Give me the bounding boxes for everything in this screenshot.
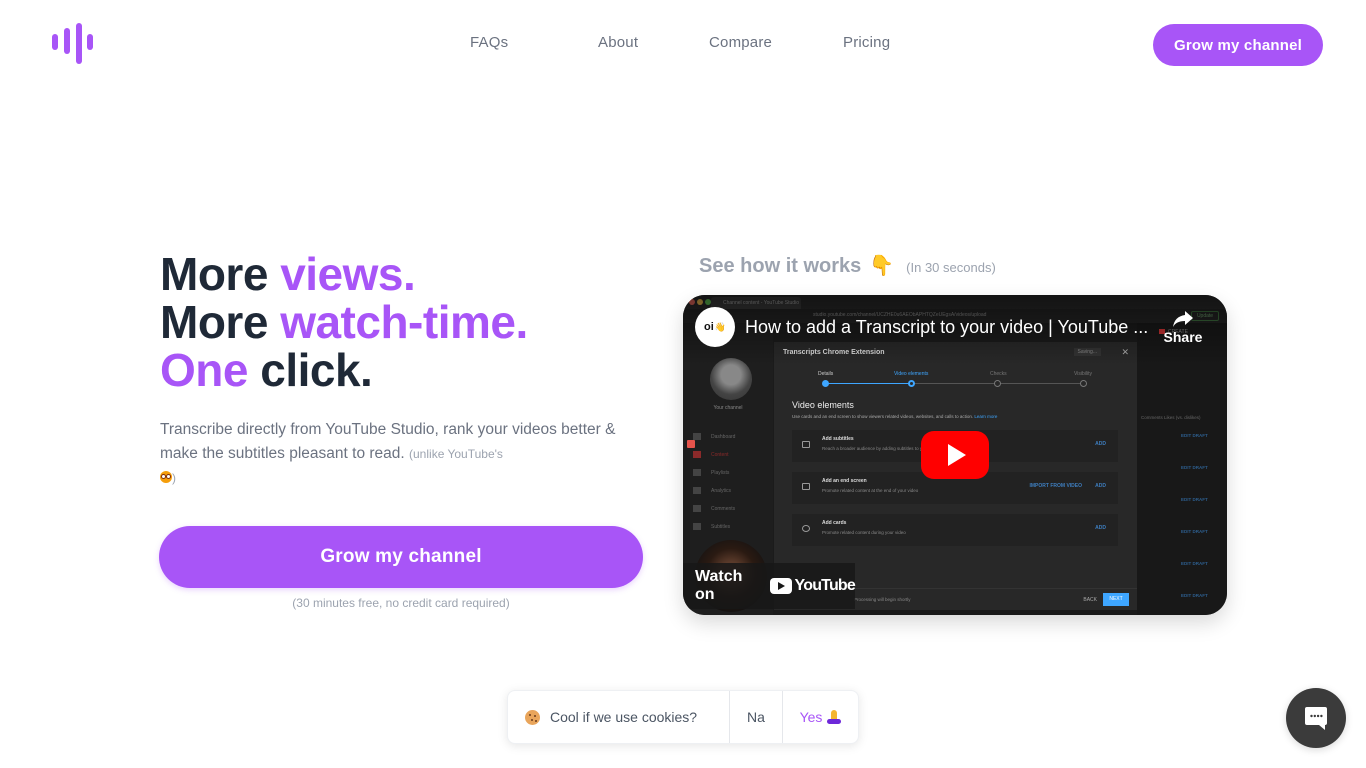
channel-avatar[interactable]: oi 👋: [695, 307, 735, 347]
header-grow-channel-button[interactable]: Grow my channel: [1153, 24, 1323, 66]
watch-on-youtube-button[interactable]: Watch on YouTube: [683, 563, 856, 609]
chat-bubble-icon: [1305, 707, 1327, 730]
cookie-banner: Cool if we use cookies? Na Yes: [507, 690, 859, 744]
youtube-play-icon: [769, 578, 792, 594]
title-line-3: One click.: [160, 344, 373, 396]
step-dot: [908, 380, 915, 387]
play-button[interactable]: [921, 431, 989, 479]
video-title-link[interactable]: How to add a Transcript to your video | …: [745, 317, 1150, 338]
thumbnail-sidebar-item: Subtitles: [693, 523, 730, 530]
thumbnail-sidebar-item: Analytics: [693, 487, 731, 494]
step-dot: [822, 380, 829, 387]
step-dot: [994, 380, 1001, 387]
thumbnail-sidebar-item: Content: [693, 451, 729, 458]
thumbnail-sidebar-item: Playlists: [693, 469, 729, 476]
pointing-down-icon: 👇: [869, 255, 895, 277]
hero-description: Transcribe directly from YouTube Studio,…: [160, 421, 616, 485]
thumbnail-right-column: CREATE Comments Likes (vs. dislikes) EDI…: [1137, 323, 1227, 615]
thumbnail-sidebar-item: Dashboard: [693, 433, 735, 440]
folded-hands-icon: [827, 710, 842, 724]
play-icon: [948, 444, 966, 466]
hero-grow-channel-button[interactable]: Grow my channel: [159, 526, 643, 588]
cta-note: (30 minutes free, no credit card require…: [292, 596, 510, 610]
hero-title: More views. More watch-time. One click.: [160, 250, 528, 394]
end-screen-icon: [802, 483, 810, 490]
waving-hand-icon: 👋: [714, 321, 726, 332]
nav-faqs[interactable]: FAQs: [470, 34, 508, 51]
flushed-face-icon: [160, 471, 172, 483]
nav-about[interactable]: About: [598, 34, 638, 51]
decline-cookies-button[interactable]: Na: [729, 691, 782, 743]
info-icon: [802, 525, 810, 532]
thumbnail-row: Add cards Promote related content during…: [792, 514, 1118, 546]
record-icon: [687, 440, 695, 448]
step-dot: [1080, 380, 1087, 387]
nav-compare[interactable]: Compare: [709, 34, 772, 51]
youtube-logo: YouTube: [769, 577, 856, 595]
subtitles-icon: [802, 441, 810, 448]
stepper-progress: [826, 383, 912, 384]
share-button[interactable]: Share: [1163, 309, 1203, 353]
youtube-video-embed[interactable]: Channel content - YouTube Studio studio.…: [683, 295, 1227, 615]
thumbnail-sidebar-item: Comments: [693, 505, 735, 512]
video-heading: See how it works 👇 (In 30 seconds): [699, 255, 996, 277]
title-line-1: More views.: [160, 248, 416, 300]
nav-pricing[interactable]: Pricing: [843, 34, 890, 51]
cookie-icon: [525, 709, 540, 725]
chat-widget-button[interactable]: [1286, 688, 1346, 748]
title-line-2: More watch-time.: [160, 296, 528, 348]
share-icon: [1173, 311, 1193, 327]
cookie-message: Cool if we use cookies?: [550, 709, 698, 725]
accept-cookies-button[interactable]: Yes: [782, 691, 858, 743]
